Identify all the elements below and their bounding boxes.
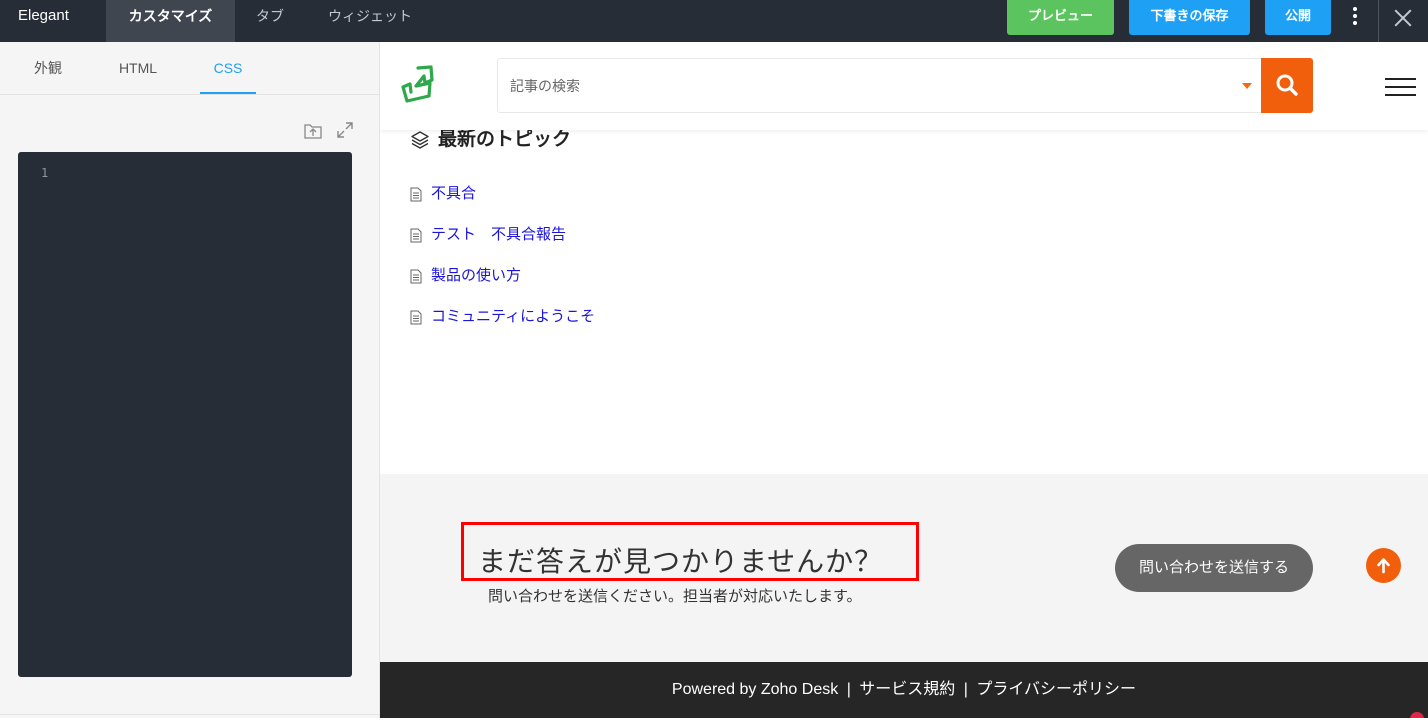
powered-by-text: Powered by Zoho Desk [671, 681, 839, 698]
theme-name: Elegant [18, 7, 69, 24]
topic-link[interactable]: テスト 不具合報告 [431, 225, 566, 245]
kebab-menu-icon[interactable] [1344, 5, 1366, 27]
topic-link[interactable]: 不具合 [431, 184, 476, 204]
layers-icon [411, 131, 429, 149]
page-title: 最新のトピック [438, 129, 572, 150]
top-bar: Elegant カスタマイズ タブ ウィジェット プレビュー 下書きの保存 公開 [0, 0, 1428, 42]
cta-subtitle: 問い合わせを送信ください。担当者が対応いたします。 [488, 588, 862, 605]
logo-icon[interactable] [400, 64, 440, 110]
tab-html[interactable]: HTML [106, 42, 170, 94]
close-icon[interactable] [1392, 7, 1414, 29]
privacy-link[interactable]: プライバシーポリシー [976, 681, 1136, 698]
tab-tabs[interactable]: タブ [242, 0, 298, 42]
document-icon [410, 228, 422, 243]
footer-separator: | [963, 681, 968, 698]
scroll-to-top-button[interactable] [1366, 548, 1401, 583]
topbar-divider [1378, 0, 1379, 42]
customize-panel: 外観 HTML CSS 1 [0, 42, 380, 718]
document-icon [410, 269, 422, 284]
highlight-box [461, 522, 919, 581]
dropdown-caret-icon[interactable] [1242, 83, 1252, 89]
tabs-divider [0, 94, 379, 95]
tab-css[interactable]: CSS [200, 42, 256, 94]
tab-appearance[interactable]: 外観 [18, 42, 78, 94]
expand-icon[interactable] [335, 120, 355, 140]
topic-link[interactable]: 製品の使い方 [431, 266, 521, 286]
topic-link[interactable]: コミュニティにようこそ [431, 307, 595, 327]
save-draft-button[interactable]: 下書きの保存 [1129, 0, 1250, 35]
tab-widgets[interactable]: ウィジェット [312, 0, 428, 42]
search-box [497, 58, 1313, 113]
search-icon [1276, 74, 1298, 96]
search-input[interactable] [510, 59, 1210, 112]
document-icon [410, 310, 422, 325]
portal-header [380, 42, 1428, 130]
portal-footer: Powered by Zoho Desk | サービス規約 | プライバシーポリ… [380, 662, 1428, 718]
document-icon [410, 187, 422, 202]
footer-separator: | [846, 681, 851, 698]
upload-icon[interactable] [303, 120, 323, 140]
panel-bottom-divider [0, 714, 379, 715]
portal-preview: 最新のトピック 不具合 テスト 不具合報告 製品の使い方 コミュニティにようこそ… [380, 42, 1428, 718]
tab-customize[interactable]: カスタマイズ [106, 0, 235, 42]
search-button[interactable] [1261, 58, 1313, 113]
hamburger-icon[interactable] [1385, 78, 1416, 96]
contact-cta-section: まだ答えが見つかりませんか？ 問い合わせを送信ください。担当者が対応いたします。… [380, 474, 1428, 662]
submit-ticket-button[interactable]: 問い合わせを送信する [1115, 544, 1313, 592]
preview-button[interactable]: プレビュー [1007, 0, 1114, 35]
terms-link[interactable]: サービス規約 [859, 681, 955, 698]
line-number: 1 [41, 166, 49, 180]
css-code-editor[interactable]: 1 [18, 152, 352, 677]
publish-button[interactable]: 公開 [1265, 0, 1331, 35]
arrow-up-icon [1377, 558, 1390, 574]
